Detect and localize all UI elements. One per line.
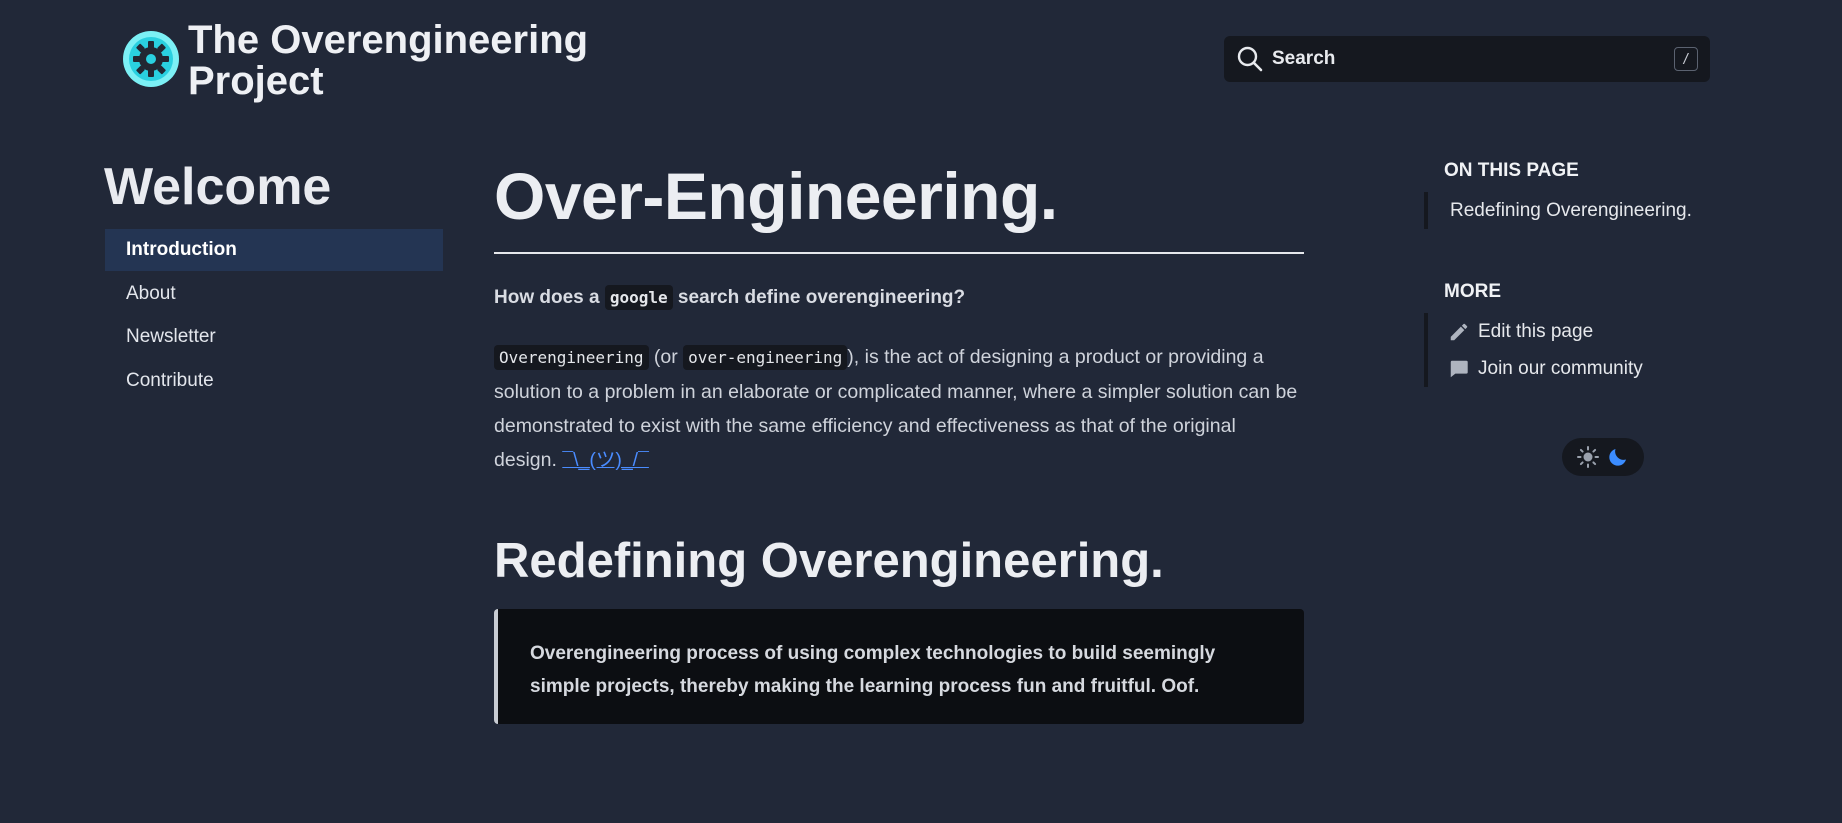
question-text-after: search define overengineering? <box>672 287 966 308</box>
inline-code-google: google <box>604 285 673 310</box>
sidebar-nav: Introduction About Newsletter Contribute <box>105 229 443 403</box>
gear-icon <box>123 31 179 87</box>
more-heading: MORE <box>1444 281 1501 302</box>
site-logo[interactable]: The Overengineering Project <box>122 20 608 102</box>
theme-toggle[interactable] <box>1562 438 1644 476</box>
definition-blockquote: Overengineering process of using complex… <box>494 609 1304 724</box>
inline-code-over-engineering: over-engineering <box>683 345 848 370</box>
sidebar-item-about[interactable]: About <box>105 273 443 315</box>
paragraph-text-1: (or <box>648 346 684 368</box>
edit-page-label: Edit this page <box>1478 320 1594 342</box>
shrug-link[interactable]: ¯\_(ツ)_/¯ <box>562 449 649 471</box>
search-icon <box>1237 46 1263 72</box>
title-divider <box>494 252 1304 254</box>
search-shortcut: / <box>1674 47 1698 71</box>
more-list: Edit this page Join our community <box>1424 313 1754 387</box>
join-community-link[interactable]: Join our community <box>1428 350 1754 387</box>
site-title[interactable]: The Overengineering Project <box>188 20 608 102</box>
search-button[interactable]: Search / <box>1224 36 1710 82</box>
chat-bubble-icon <box>1450 360 1468 377</box>
search-label: Search <box>1272 48 1336 69</box>
right-sidebar: ON THIS PAGE Redefining Overengineering.… <box>1424 160 1754 387</box>
page-title: Over-Engineering. <box>494 159 1058 233</box>
section-heading[interactable]: Redefining Overengineering. <box>494 533 1304 589</box>
inline-code-overengineering: Overengineering <box>494 345 649 370</box>
sidebar-item-contribute[interactable]: Contribute <box>105 360 443 402</box>
moon-icon[interactable] <box>1606 445 1630 469</box>
sidebar-title: Welcome <box>104 158 332 216</box>
toc-link-redefining[interactable]: Redefining Overengineering. <box>1428 192 1754 229</box>
question-text-before: How does a <box>494 287 605 308</box>
main-content: Over-Engineering. How does a google sear… <box>494 160 1304 724</box>
sidebar-item-introduction[interactable]: Introduction <box>105 229 443 271</box>
join-community-label: Join our community <box>1478 357 1643 379</box>
sun-icon[interactable] <box>1576 445 1600 469</box>
toc-list: Redefining Overengineering. <box>1424 192 1754 229</box>
edit-page-link[interactable]: Edit this page <box>1428 313 1754 350</box>
sidebar-item-newsletter[interactable]: Newsletter <box>105 316 443 358</box>
pencil-icon <box>1450 323 1468 340</box>
definition-paragraph: Overengineering (or over-engineering), i… <box>494 340 1304 477</box>
toc-heading: ON THIS PAGE <box>1444 160 1579 181</box>
intro-question: How does a google search define overengi… <box>494 284 1304 312</box>
